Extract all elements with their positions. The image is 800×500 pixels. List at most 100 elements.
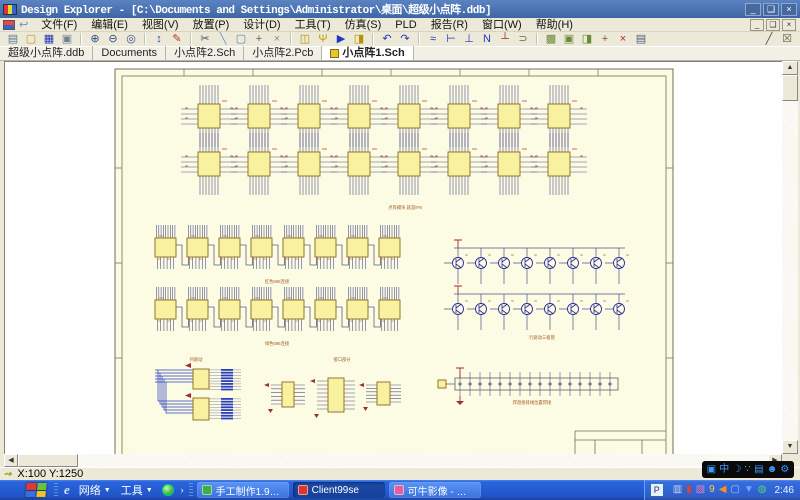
ime-fullwidth-icon[interactable]: ☽	[732, 462, 741, 478]
move-icon[interactable]: ×	[268, 32, 286, 46]
ime-punctuation-icon[interactable]: ∵	[745, 462, 751, 478]
back-arrow-icon[interactable]: ↩	[19, 18, 28, 31]
sheet-symbol-icon[interactable]: ▣	[560, 32, 578, 46]
wire-icon[interactable]: ≈	[424, 32, 442, 46]
run-icon[interactable]: ▶	[332, 32, 350, 46]
ime-logo-icon[interactable]: ▣	[707, 462, 716, 478]
save-icon[interactable]: ▦	[40, 32, 58, 46]
menu-item[interactable]: 文件(F)	[34, 18, 84, 32]
line-tool-icon[interactable]: ╲	[214, 32, 232, 46]
ime-settings-icon[interactable]: ⚙	[780, 462, 789, 478]
ime-language-bar[interactable]: ▣中☽∵▤☻⚙	[702, 461, 794, 478]
taskbar-toolbar-label: 工具	[121, 482, 143, 498]
menu-item[interactable]: 编辑(E)	[84, 18, 135, 32]
hierarchy-up-down-icon[interactable]: ↕	[150, 32, 168, 46]
menu-item[interactable]: 视图(V)	[135, 18, 186, 32]
task-button[interactable]: 可牛影像 - 图片管理	[389, 482, 481, 498]
vertical-scrollbar[interactable]: ▲ ▼	[782, 61, 798, 454]
minimize-button[interactable]: _	[745, 3, 761, 16]
green-app-quicklaunch-icon[interactable]	[162, 484, 174, 496]
bus-entry-icon[interactable]: ⊥	[460, 32, 478, 46]
no-erc-icon[interactable]: ×	[614, 32, 632, 46]
ime-user-icon[interactable]: ☻	[767, 462, 778, 478]
restore-button[interactable]: ❑	[763, 3, 779, 16]
library-icon[interactable]: ◨	[350, 32, 368, 46]
undo-icon[interactable]: ↶	[378, 32, 396, 46]
new-document-icon[interactable]: ▤	[4, 32, 22, 46]
ime-language-icon[interactable]: 中	[719, 462, 729, 478]
menu-item[interactable]: 设计(D)	[236, 18, 287, 32]
menu-item[interactable]: 仿真(S)	[338, 18, 389, 32]
schematic-sheet[interactable]: 点阵模块 就是8*8红色595连接绿色595连接行驱动三极管列驱动接口部分焊盘接…	[5, 62, 783, 455]
zoom-window-icon[interactable]: ◎	[122, 32, 140, 46]
open-icon[interactable]: ▢	[22, 32, 40, 46]
selection-icon[interactable]: ▢	[232, 32, 250, 46]
signal-tool-icon[interactable]: ☒	[778, 32, 796, 46]
close-button[interactable]: ×	[781, 3, 797, 16]
quicklaunch-expand-icon[interactable]: ›	[181, 485, 184, 495]
menu-item[interactable]: 窗口(W)	[475, 18, 529, 32]
tray-window-icon[interactable]: ▢	[730, 481, 739, 499]
task-button[interactable]: Client99se	[293, 482, 385, 498]
junction-icon[interactable]: +	[596, 32, 614, 46]
tray-guard-icon[interactable]: ◍	[758, 481, 767, 499]
crosshair-icon[interactable]: +	[250, 32, 268, 46]
tray-volume-icon[interactable]: ◀	[719, 481, 727, 499]
draw-line-icon[interactable]: ╱	[760, 32, 778, 46]
menu-item[interactable]: 报告(R)	[424, 18, 475, 32]
task-button-label: 手工制作1.9cm的模...	[216, 483, 284, 498]
cut-icon[interactable]: ✂	[196, 32, 214, 46]
taskbar-clock[interactable]: 2:46	[775, 485, 794, 496]
tray-number-icon[interactable]: 9	[709, 481, 715, 499]
scroll-left-button[interactable]: ◀	[4, 454, 18, 467]
annotate-pen-icon[interactable]: ✎	[168, 32, 186, 46]
start-button[interactable]	[25, 483, 46, 497]
menu-item[interactable]: 放置(P)	[186, 18, 237, 32]
chevron-down-icon[interactable]: ▼	[146, 487, 153, 494]
tray-chart-icon[interactable]: ▮	[686, 481, 692, 499]
taskbar-toolbar-工具[interactable]: 工具▼	[121, 482, 153, 498]
vertical-scroll-thumb[interactable]	[782, 75, 798, 101]
task-button[interactable]: 手工制作1.9cm的模...	[197, 482, 289, 498]
schematic-canvas[interactable]: 点阵模块 就是8*8红色595连接绿色595连接行驱动三极管列驱动接口部分焊盘接…	[4, 61, 782, 454]
text-frame-icon[interactable]: ▤	[632, 32, 650, 46]
tray-shield-icon[interactable]: ▼	[744, 481, 754, 499]
gate-icon[interactable]: ⊃	[514, 32, 532, 46]
horizontal-scrollbar[interactable]: ◀ ▶	[4, 454, 782, 467]
zoom-in-icon[interactable]: ⊕	[86, 32, 104, 46]
tab-小点阵2.Sch[interactable]: 小点阵2.Sch	[166, 46, 244, 60]
tray-photo-icon[interactable]: ▧	[696, 481, 705, 499]
main-toolbar: ▤▢▦▣⊕⊖◎↕✎✂╲▢+×◫Ψ▶◨↶↷≈⊢⊥N┴⊃▩▣◨+×▤╱☒	[0, 32, 800, 47]
scroll-down-button[interactable]: ▼	[782, 440, 798, 454]
tab-Documents[interactable]: Documents	[93, 46, 166, 60]
menu-item[interactable]: PLD	[388, 18, 423, 32]
tab-label: 超级小点阵.ddb	[8, 47, 84, 60]
menu-item[interactable]: 帮助(H)	[529, 18, 580, 32]
bus-icon[interactable]: ⊢	[442, 32, 460, 46]
document-system-icon[interactable]	[3, 20, 15, 30]
browse-library-icon[interactable]: ◫	[296, 32, 314, 46]
print-icon[interactable]: ▣	[58, 32, 76, 46]
horizontal-scroll-thumb[interactable]	[18, 454, 78, 467]
power-port-icon[interactable]: ┴	[496, 32, 514, 46]
mdi-close-button[interactable]: ×	[782, 19, 796, 31]
tab-小点阵1.Sch[interactable]: 小点阵1.Sch	[322, 46, 413, 60]
sheet-entry-icon[interactable]: ◨	[578, 32, 596, 46]
net-label-icon[interactable]: N	[478, 32, 496, 46]
tab-超级小点阵.ddb[interactable]: 超级小点阵.ddb	[0, 46, 93, 60]
taskbar-toolbar-网络[interactable]: 网络▼	[79, 482, 111, 498]
tray-p-icon[interactable]: P	[651, 484, 663, 496]
mdi-minimize-button[interactable]: _	[750, 19, 764, 31]
chevron-down-icon[interactable]: ▼	[104, 487, 111, 494]
zoom-out-icon[interactable]: ⊖	[104, 32, 122, 46]
ime-keyboard-icon[interactable]: ▤	[754, 462, 763, 478]
ie-quicklaunch-icon[interactable]: e	[64, 482, 70, 498]
tab-小点阵2.Pcb[interactable]: 小点阵2.Pcb	[244, 46, 322, 60]
place-part-icon[interactable]: ▩	[542, 32, 560, 46]
redo-icon[interactable]: ↷	[396, 32, 414, 46]
menu-item[interactable]: 工具(T)	[288, 18, 338, 32]
wizard-icon[interactable]: Ψ	[314, 32, 332, 46]
scroll-up-button[interactable]: ▲	[782, 61, 798, 75]
mdi-restore-button[interactable]: ❑	[766, 19, 780, 31]
tray-monitor-icon[interactable]: ▥	[673, 481, 682, 499]
